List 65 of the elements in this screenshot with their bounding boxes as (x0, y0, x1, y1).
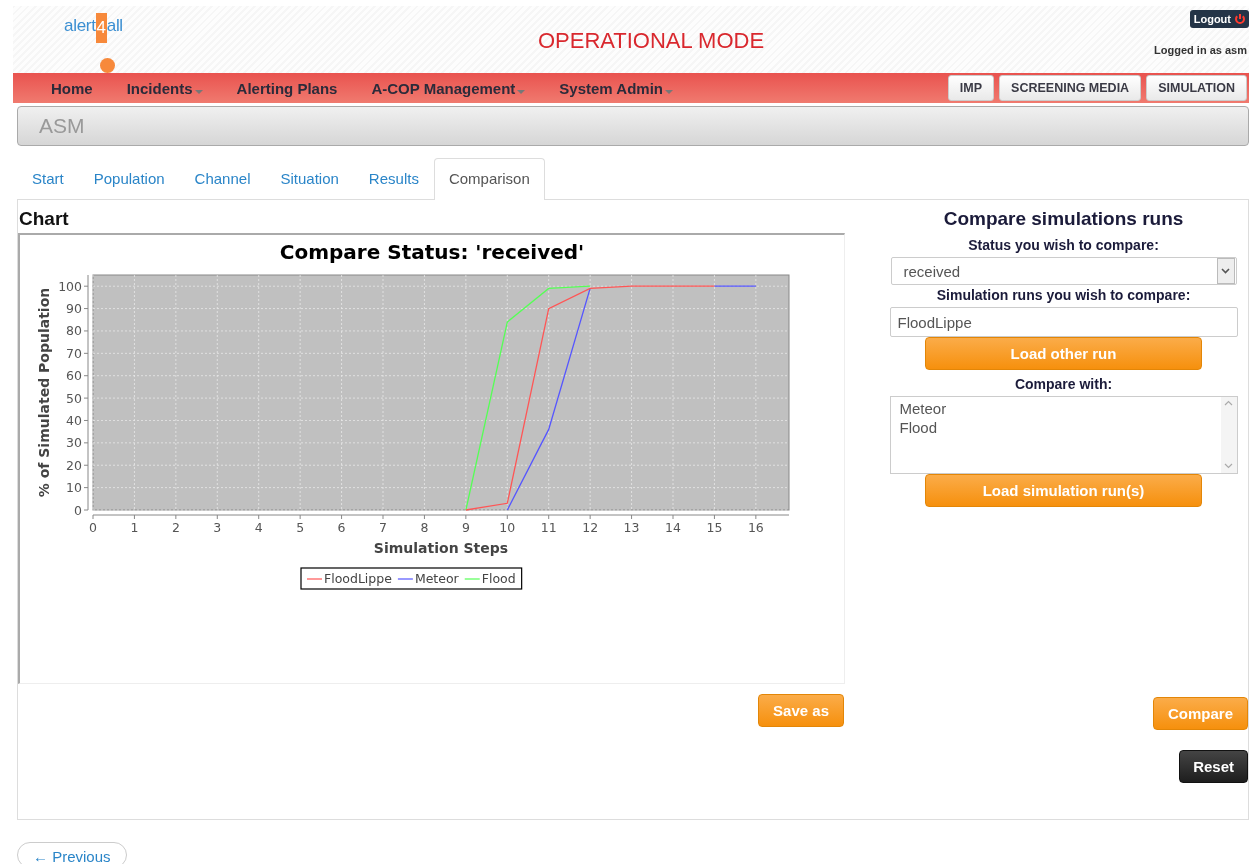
x-tick-label: 12 (582, 520, 599, 535)
tab[interactable]: Situation (265, 158, 354, 199)
runs-listbox[interactable]: Meteor Flood (889, 396, 1238, 474)
module-button[interactable]: SCREENING MEDIA (999, 75, 1142, 101)
user-label: Logged in as asm (1154, 44, 1248, 56)
nav-item[interactable]: Alerting Plans (236, 79, 338, 97)
y-tick-label: 90 (66, 301, 82, 317)
tab[interactable]: Population (78, 158, 180, 199)
panel-title: Compare simulations runs (943, 208, 1184, 230)
legend-label: FloodLippe (324, 571, 392, 586)
x-axis-label: Simulation Steps (373, 540, 509, 556)
x-tick-label: 6 (337, 520, 346, 535)
x-tick-label: 15 (706, 520, 723, 535)
tab[interactable]: Results (353, 158, 434, 199)
x-tick-label: 13 (623, 520, 640, 535)
nav-item[interactable]: A-COP Management (371, 79, 526, 97)
x-tick-label: 1 (130, 520, 139, 535)
logout-button[interactable]: Logout (1189, 10, 1249, 28)
x-tick-label: 4 (254, 520, 263, 535)
tab[interactable]: Comparison (433, 158, 545, 200)
chart-title: Compare Status: 'received' (279, 240, 585, 264)
y-axis-label: % of Simulated Population (36, 287, 52, 498)
y-tick-label: 0 (74, 502, 82, 518)
legend-label: Meteor (414, 571, 459, 586)
y-tick-label: 100 (58, 278, 82, 294)
x-tick-label: 3 (213, 520, 222, 535)
y-tick-label: 80 (66, 323, 82, 339)
y-tick-label: 50 (66, 390, 82, 406)
module-button[interactable]: IMP (947, 75, 995, 101)
status-select[interactable]: received (890, 257, 1237, 285)
chart-heading: Chart (18, 207, 70, 231)
x-tick-label: 5 (296, 520, 305, 535)
previous-button[interactable]: ← Previous (17, 842, 127, 864)
y-tick-label: 30 (66, 435, 82, 451)
list-item[interactable]: Meteor (899, 399, 947, 418)
section-title: ASM (38, 114, 85, 138)
x-tick-label: 14 (665, 520, 681, 535)
list-item[interactable]: Flood (899, 418, 947, 437)
nav-item[interactable]: Incidents (126, 79, 203, 97)
x-tick-label: 16 (747, 520, 764, 535)
logo-text: alert4all (64, 16, 123, 43)
x-tick-label: 7 (379, 520, 387, 535)
tab[interactable]: Start (17, 158, 79, 199)
runs-label: Simulation runs you wish to compare: (936, 287, 1191, 303)
y-tick-label: 10 (66, 480, 82, 496)
x-tick-label: 8 (420, 520, 429, 535)
nav-item[interactable]: Home (51, 79, 93, 97)
run-input-field[interactable]: FloodLippe (889, 307, 1238, 337)
status-label: Status you wish to compare: (968, 237, 1159, 253)
x-tick-label: 11 (540, 520, 557, 535)
x-tick-label: 2 (171, 520, 180, 535)
reset-button[interactable]: Reset (1179, 750, 1248, 783)
x-tick-label: 0 (89, 520, 97, 535)
compare-with-label: Compare with: (1014, 376, 1113, 392)
y-tick-label: 20 (66, 457, 82, 473)
tab[interactable]: Channel (179, 158, 266, 199)
legend-label: Flood (481, 571, 516, 586)
x-tick-label: 9 (461, 520, 470, 535)
x-tick-label: 10 (499, 520, 516, 535)
y-tick-label: 70 (66, 345, 82, 361)
mode-title: OPERATIONAL MODE (536, 27, 766, 54)
module-button[interactable]: SIMULATION (1146, 75, 1247, 101)
y-tick-label: 60 (66, 368, 82, 384)
nav-item[interactable]: System Admin (559, 79, 673, 97)
y-tick-label: 40 (66, 413, 82, 428)
